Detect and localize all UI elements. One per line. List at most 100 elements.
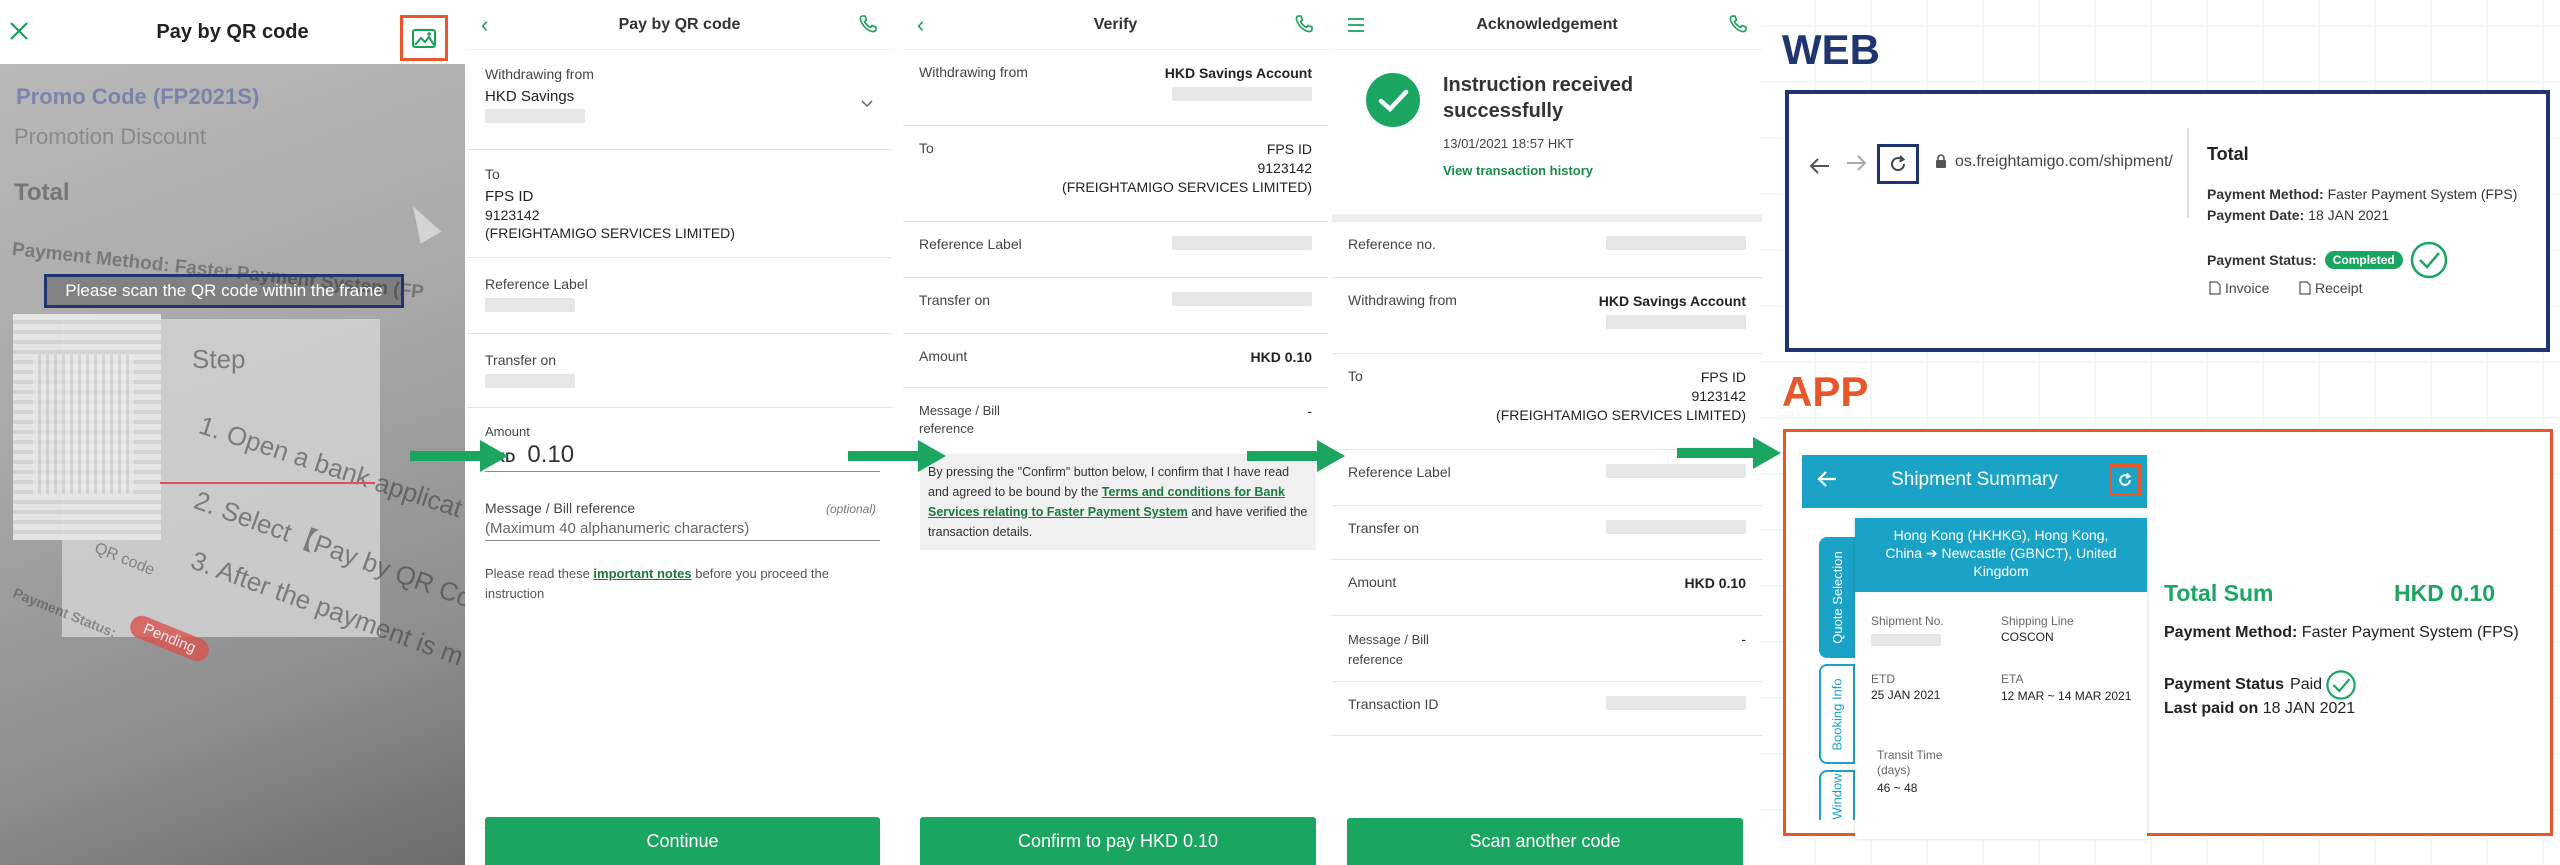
- shipment-card: Hong Kong (HKHKG), Hong Kong, China ➔ Ne…: [1855, 518, 2147, 839]
- refresh-button[interactable]: [1877, 144, 1919, 184]
- withdrawing-label: Withdrawing from: [1348, 292, 1457, 308]
- invoice-link[interactable]: Invoice: [2209, 280, 2269, 296]
- total-sum-label: Total Sum: [2164, 580, 2274, 606]
- payment-date-label: Payment Date:: [2207, 207, 2305, 223]
- back-icon[interactable]: ‹: [917, 12, 924, 38]
- payment-status-label: Payment Status:: [2207, 252, 2317, 268]
- p4-header: Acknowledgement: [1332, 0, 1762, 50]
- message-row: Message / Bill reference -: [903, 388, 1328, 444]
- scan-another-button[interactable]: Scan another code: [1347, 818, 1743, 865]
- transaction-id-label: Transaction ID: [1348, 696, 1439, 712]
- shipping-line-label: Shipping Line: [2001, 614, 2074, 628]
- app-payment-method: Payment Method: Faster Payment System (F…: [2164, 622, 2524, 644]
- masked-ref-no: [1606, 236, 1746, 250]
- etd-label: ETD: [1871, 672, 1895, 686]
- route-banner: Hong Kong (HKHKG), Hong Kong, China ➔ Ne…: [1855, 518, 2147, 592]
- payment-status-value: Paid: [2290, 676, 2323, 693]
- image-icon: [412, 29, 436, 48]
- web-payment-date: Payment Date: 18 JAN 2021: [2207, 207, 2389, 223]
- menu-icon[interactable]: [1346, 14, 1366, 40]
- app-header: Shipment Summary: [1802, 455, 2147, 508]
- ref-no-label: Reference no.: [1348, 236, 1436, 252]
- to-label: To: [919, 140, 934, 156]
- to-type: FPS ID: [485, 188, 534, 205]
- camera-step: Step: [192, 344, 246, 374]
- important-notes-link[interactable]: important notes: [593, 566, 691, 581]
- total-heading: Total: [2207, 144, 2249, 164]
- app-header-title: Shipment Summary: [1891, 469, 2058, 490]
- receipt-label: Receipt: [2315, 280, 2363, 296]
- masked-transfer: [485, 374, 575, 388]
- refresh-icon: [1891, 155, 1906, 172]
- message-placeholder[interactable]: (Maximum 40 alphanumeric characters): [485, 520, 880, 541]
- phone-icon[interactable]: [858, 14, 878, 39]
- payment-method-label: Payment Method:: [2207, 186, 2324, 202]
- amount-row: Amount HKD 0.10: [1332, 560, 1762, 616]
- masked-account: [1172, 87, 1312, 101]
- transfer-row: Transfer on: [1332, 506, 1762, 560]
- to-id: 9123142: [1257, 160, 1312, 176]
- document-icon: [2209, 281, 2221, 295]
- tab-booking-info[interactable]: Booking Info: [1819, 664, 1855, 764]
- to-row: To FPS ID 9123142 (FREIGHTAMIGO SERVICES…: [903, 126, 1328, 222]
- amount-row: Amount HKD 0.10: [903, 334, 1328, 388]
- message-label: Message / Bill reference: [1348, 632, 1429, 667]
- refresh-button[interactable]: [2109, 464, 2141, 496]
- payment-method-label: Payment Method:: [2164, 624, 2298, 641]
- url-bar[interactable]: os.freightamigo.com/shipment/: [1955, 153, 2185, 171]
- scan-hint-banner: Please scan the QR code within the frame: [44, 274, 404, 308]
- to-section: To FPS ID 9123142 (FREIGHTAMIGO SERVICES…: [467, 150, 892, 258]
- masked-shipment-no: [1871, 634, 1941, 646]
- receipt-link[interactable]: Receipt: [2299, 280, 2362, 296]
- gallery-button[interactable]: [400, 15, 448, 61]
- withdrawing-from-select[interactable]: Withdrawing from HKD Savings: [467, 50, 892, 150]
- withdrawing-label: Withdrawing from: [919, 64, 1028, 80]
- tab-quote-selection[interactable]: Quote Selection: [1819, 537, 1855, 658]
- masked-transfer: [1606, 520, 1746, 534]
- amount-input[interactable]: 0.10: [527, 441, 574, 469]
- amount-field[interactable]: Amount HKD 0.10: [467, 408, 892, 492]
- web-payment-status: Payment Status: Completed: [2207, 240, 2449, 280]
- check-circle-icon: [2326, 670, 2356, 700]
- tab-window[interactable]: Window: [1819, 770, 1855, 820]
- pay-by-qr-form-screen: ‹ Pay by QR code Withdrawing from HKD Sa…: [467, 0, 892, 865]
- message-row: Message / Bill reference -: [1332, 616, 1762, 682]
- p3-header: ‹ Verify: [903, 0, 1328, 50]
- camera-qr-code: [13, 314, 161, 540]
- note-prefix: Please read these: [485, 566, 590, 581]
- message-field[interactable]: Message / Bill reference (optional) (Max…: [467, 492, 892, 548]
- status-section: Instruction received successfully 13/01/…: [1332, 50, 1762, 214]
- app-panel: Shipment Summary Quote Selection Booking…: [1783, 429, 2553, 839]
- phone-icon[interactable]: [1728, 14, 1748, 39]
- status-heading: Instruction received successfully: [1443, 72, 1633, 124]
- page-title: Verify: [1093, 15, 1138, 33]
- last-paid-label: Last paid on: [2164, 700, 2259, 717]
- reference-label: Reference Label: [919, 236, 1022, 252]
- masked-account: [1606, 315, 1746, 329]
- close-icon[interactable]: [8, 20, 32, 44]
- camera-viewfinder: Promo Code (FP2021S) Promotion Discount …: [0, 64, 465, 865]
- canvas: Promo Code (FP2021S) Promotion Discount …: [0, 0, 2560, 865]
- continue-button[interactable]: Continue: [485, 817, 880, 865]
- flow-arrow-icon: [410, 440, 508, 472]
- status-line2: successfully: [1443, 100, 1564, 122]
- view-history-link[interactable]: View transaction history: [1443, 163, 1593, 178]
- back-icon[interactable]: ‹: [481, 12, 488, 38]
- cursor-icon: [402, 200, 442, 244]
- transfer-on-field[interactable]: Transfer on: [467, 334, 892, 408]
- payment-status-label: Payment Status: [2164, 676, 2285, 693]
- forward-arrow-icon[interactable]: [1845, 154, 1867, 177]
- to-id: 9123142: [1691, 388, 1746, 404]
- shipping-line-value: COSCON: [2001, 630, 2054, 644]
- check-circle-icon: [2410, 241, 2447, 279]
- withdrawing-row: Withdrawing from HKD Savings Account: [903, 50, 1328, 126]
- payment-method-value: Faster Payment System (FPS): [2301, 624, 2519, 641]
- web-payment-method: Payment Method: Faster Payment System (F…: [2207, 186, 2517, 202]
- phone-icon[interactable]: [1294, 14, 1314, 39]
- reference-label-field[interactable]: Reference Label: [467, 258, 892, 334]
- back-arrow-icon[interactable]: [1809, 154, 1831, 182]
- app-payment-status: Payment Status Paid: [2164, 668, 2358, 702]
- page-title: Pay by QR code: [618, 15, 741, 33]
- confirm-button[interactable]: Confirm to pay HKD 0.10: [920, 817, 1316, 865]
- masked-transfer: [1172, 292, 1312, 306]
